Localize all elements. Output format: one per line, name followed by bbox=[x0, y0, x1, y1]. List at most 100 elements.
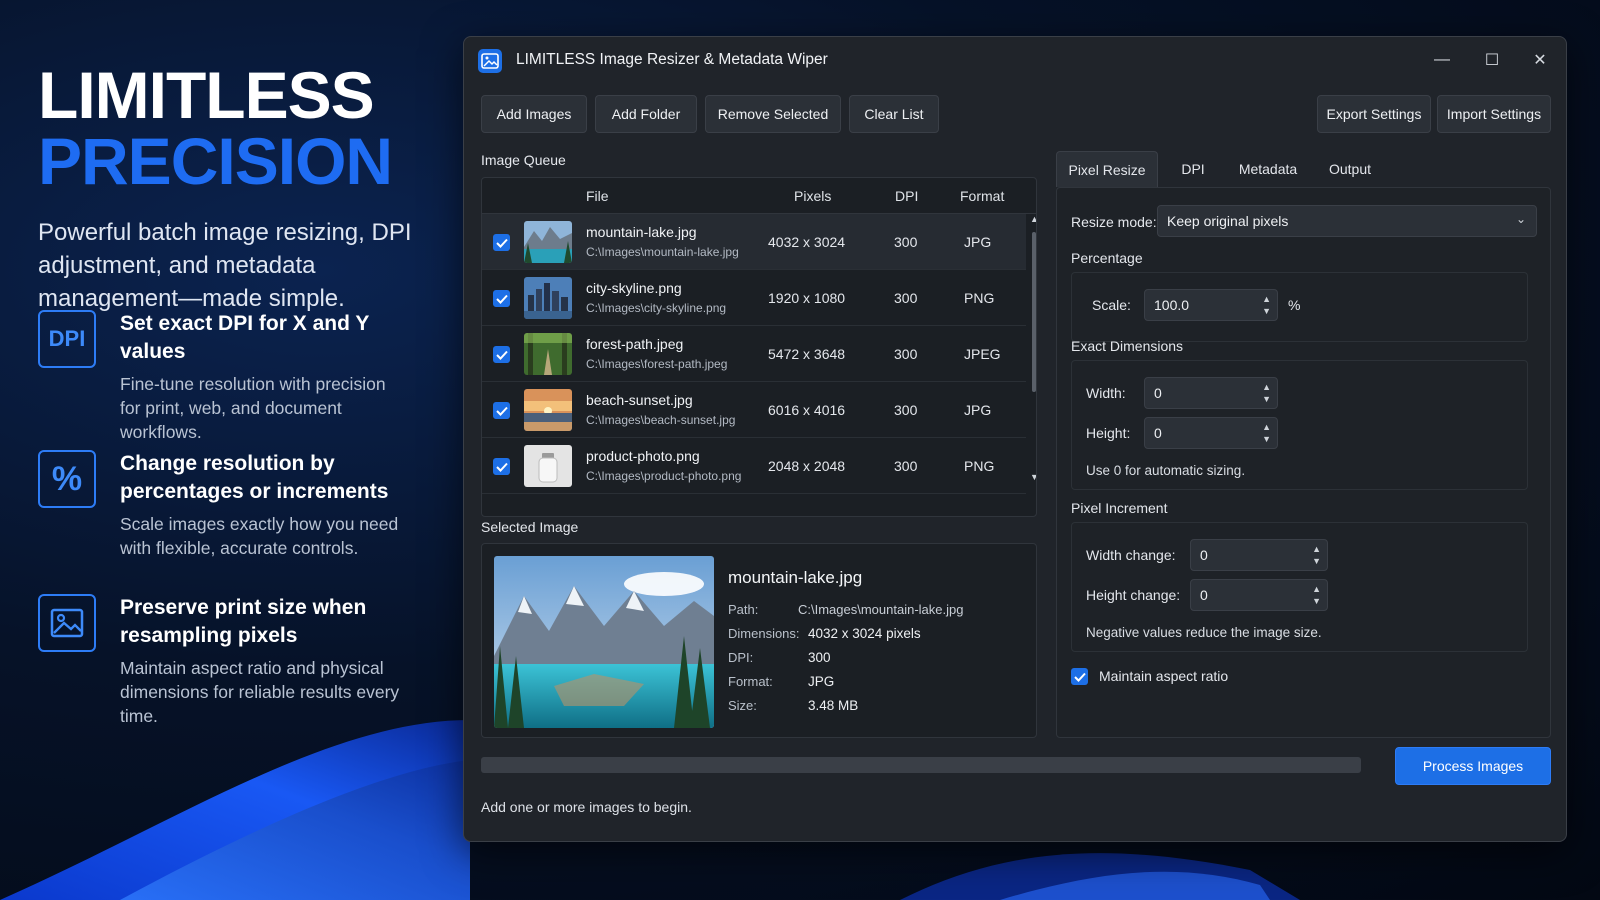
width-change-input[interactable]: 0 ▲ ▼ bbox=[1190, 539, 1328, 571]
file-name: mountain-lake.jpg bbox=[586, 224, 697, 240]
maintain-aspect-checkbox[interactable] bbox=[1071, 668, 1088, 685]
height-input[interactable]: 0 ▲ ▼ bbox=[1144, 417, 1278, 449]
height-stepper-icon[interactable]: ▲ ▼ bbox=[1262, 421, 1271, 445]
scroll-up-icon[interactable]: ▲ bbox=[1030, 214, 1036, 224]
dpi-label: DPI: bbox=[728, 650, 754, 665]
add-folder-button[interactable]: Add Folder bbox=[595, 95, 697, 133]
table-row[interactable]: city-skyline.png C:\Images\city-skyline.… bbox=[482, 270, 1026, 326]
column-dpi[interactable]: DPI bbox=[895, 188, 918, 204]
feature-percent: % Change resolution by percentages or in… bbox=[38, 450, 438, 560]
row-checkbox[interactable] bbox=[493, 402, 510, 419]
image-queue-table: File Pixels DPI Format mountain-lake.jpg… bbox=[481, 177, 1037, 517]
add-images-button[interactable]: Add Images bbox=[481, 95, 587, 133]
column-file[interactable]: File bbox=[586, 188, 609, 204]
table-row[interactable]: forest-path.jpeg C:\Images\forest-path.j… bbox=[482, 326, 1026, 382]
chevron-down-icon: ⌄ bbox=[1515, 212, 1526, 226]
promo-panel: LIMITLESS PRECISION Powerful batch image… bbox=[38, 62, 438, 315]
feature-desc: Maintain aspect ratio and physical dimen… bbox=[120, 658, 400, 726]
file-path: C:\Images\mountain-lake.jpg bbox=[586, 245, 739, 259]
height-change-stepper-icon[interactable]: ▲ ▼ bbox=[1312, 583, 1321, 607]
app-window: LIMITLESS Image Resizer & Metadata Wiper… bbox=[463, 36, 1567, 842]
thumbnail-city-skyline bbox=[524, 277, 572, 319]
percentage-header: Percentage bbox=[1071, 250, 1143, 266]
height-change-input[interactable]: 0 ▲ ▼ bbox=[1190, 579, 1328, 611]
row-checkbox[interactable] bbox=[493, 346, 510, 363]
thumbnail-mountain-lake bbox=[524, 221, 572, 263]
progress-bar bbox=[481, 757, 1361, 773]
file-path: C:\Images\forest-path.jpeg bbox=[586, 357, 728, 371]
width-change-value: 0 bbox=[1200, 547, 1208, 563]
selected-image-preview bbox=[494, 556, 714, 728]
width-input[interactable]: 0 ▲ ▼ bbox=[1144, 377, 1278, 409]
selected-image-panel: mountain-lake.jpg Path: C:\Images\mounta… bbox=[481, 543, 1037, 738]
exact-dimensions-group: Width: 0 ▲ ▼ Height: 0 ▲ ▼ Use 0 for autom… bbox=[1071, 360, 1528, 490]
file-path: C:\Images\beach-sunset.jpg bbox=[586, 413, 736, 427]
tab-output[interactable]: Output bbox=[1314, 151, 1386, 187]
process-images-button[interactable]: Process Images bbox=[1395, 747, 1551, 785]
scale-unit: % bbox=[1288, 297, 1301, 313]
maximize-button[interactable]: ☐ bbox=[1472, 45, 1512, 75]
row-checkbox[interactable] bbox=[493, 234, 510, 251]
percentage-group: Scale: 100.0 ▲ ▼ % bbox=[1071, 272, 1528, 342]
scroll-down-icon[interactable]: ▼ bbox=[1030, 472, 1036, 482]
title-bar[interactable]: LIMITLESS Image Resizer & Metadata Wiper… bbox=[464, 37, 1566, 83]
pixel-resize-panel: Resize mode: Keep original pixels ⌄ Perc… bbox=[1056, 187, 1551, 738]
scale-input[interactable]: 100.0 ▲ ▼ bbox=[1144, 289, 1278, 321]
height-change-label: Height change: bbox=[1086, 587, 1181, 603]
table-row[interactable]: product-photo.png C:\Images\product-phot… bbox=[482, 438, 1026, 494]
scroll-thumb[interactable] bbox=[1032, 232, 1036, 392]
width-label: Width: bbox=[1086, 385, 1126, 401]
queue-scrollbar[interactable]: ▲ ▼ bbox=[1030, 214, 1036, 514]
row-checkbox[interactable] bbox=[493, 290, 510, 307]
size-label: Size: bbox=[728, 698, 757, 713]
remove-selected-button[interactable]: Remove Selected bbox=[705, 95, 841, 133]
import-settings-button[interactable]: Import Settings bbox=[1437, 95, 1551, 133]
format-cell: JPEG bbox=[964, 346, 1001, 362]
image-queue-label: Image Queue bbox=[481, 152, 566, 168]
pixel-increment-hint: Negative values reduce the image size. bbox=[1086, 625, 1322, 640]
image-icon bbox=[38, 594, 96, 652]
feature-title: Change resolution by percentages or incr… bbox=[120, 452, 389, 503]
tab-metadata[interactable]: Metadata bbox=[1226, 151, 1310, 187]
format-cell: PNG bbox=[964, 458, 995, 474]
exact-dimensions-header: Exact Dimensions bbox=[1071, 338, 1184, 354]
clear-list-button[interactable]: Clear List bbox=[849, 95, 939, 133]
dpi-cell: 300 bbox=[894, 290, 918, 306]
export-settings-button[interactable]: Export Settings bbox=[1317, 95, 1431, 133]
file-path: C:\Images\city-skyline.png bbox=[586, 301, 727, 315]
table-row[interactable]: beach-sunset.jpg C:\Images\beach-sunset.… bbox=[482, 382, 1026, 438]
app-logo-icon bbox=[478, 49, 502, 73]
file-name: beach-sunset.jpg bbox=[586, 392, 693, 408]
dpi-icon: DPI bbox=[38, 310, 96, 368]
promo-title: LIMITLESS PRECISION bbox=[38, 62, 438, 194]
promo-title-line1: LIMITLESS bbox=[38, 58, 375, 132]
minimize-button[interactable]: — bbox=[1422, 45, 1462, 75]
format-value: JPG bbox=[808, 674, 835, 689]
format-cell: PNG bbox=[964, 290, 995, 306]
dpi-cell: 300 bbox=[894, 234, 918, 250]
width-stepper-icon[interactable]: ▲ ▼ bbox=[1262, 381, 1271, 405]
path-value: C:\Images\mountain-lake.jpg bbox=[798, 602, 964, 617]
pixel-increment-header: Pixel Increment bbox=[1071, 500, 1168, 516]
pixels-cell: 6016 x 4016 bbox=[768, 402, 846, 418]
tab-pixel-resize[interactable]: Pixel Resize bbox=[1056, 151, 1158, 187]
file-name: forest-path.jpeg bbox=[586, 336, 684, 352]
maintain-aspect-label[interactable]: Maintain aspect ratio bbox=[1099, 668, 1228, 684]
pixels-cell: 1920 x 1080 bbox=[768, 290, 846, 306]
close-button[interactable]: ✕ bbox=[1520, 45, 1560, 75]
column-pixels[interactable]: Pixels bbox=[794, 188, 831, 204]
dpi-cell: 300 bbox=[894, 346, 918, 362]
status-text: Add one or more images to begin. bbox=[481, 799, 692, 815]
column-format[interactable]: Format bbox=[960, 188, 1004, 204]
tab-dpi[interactable]: DPI bbox=[1164, 151, 1222, 187]
scale-stepper-icon[interactable]: ▲ ▼ bbox=[1262, 293, 1271, 317]
row-checkbox[interactable] bbox=[493, 458, 510, 475]
feature-title: Preserve print size when resampling pixe… bbox=[120, 596, 367, 647]
width-change-stepper-icon[interactable]: ▲ ▼ bbox=[1312, 543, 1321, 567]
selected-file-name: mountain-lake.jpg bbox=[728, 568, 863, 587]
resize-mode-select[interactable]: Keep original pixels ⌄ bbox=[1157, 205, 1537, 237]
selected-image-label: Selected Image bbox=[481, 519, 579, 535]
exact-dimensions-hint: Use 0 for automatic sizing. bbox=[1086, 463, 1246, 478]
table-row[interactable]: mountain-lake.jpg C:\Images\mountain-lak… bbox=[482, 214, 1026, 270]
path-label: Path: bbox=[728, 602, 759, 617]
